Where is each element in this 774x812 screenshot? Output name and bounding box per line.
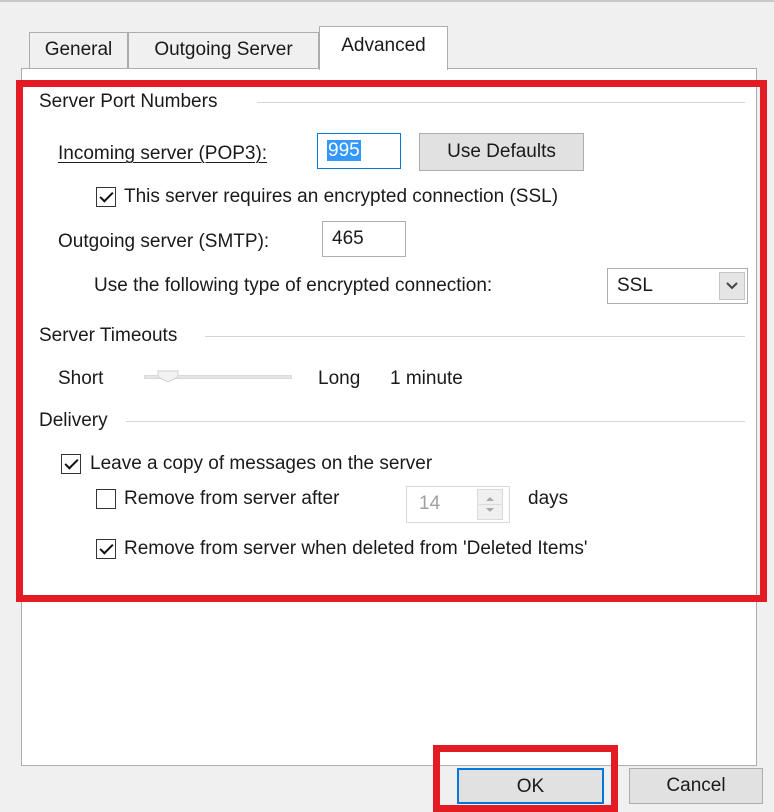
group-divider: [257, 102, 745, 103]
outgoing-server-label: Outgoing server (SMTP):: [58, 231, 270, 252]
encryption-type-label: Use the following type of encrypted conn…: [94, 275, 493, 296]
group-title-server-timeouts: Server Timeouts: [39, 325, 178, 346]
timeout-slider[interactable]: [144, 370, 292, 384]
spinner-buttons[interactable]: [477, 489, 503, 520]
days-label: days: [528, 488, 569, 509]
days-value: 14: [419, 493, 441, 514]
remove-deleted-checkbox[interactable]: [96, 539, 116, 559]
timeout-value-label: 1 minute: [390, 368, 463, 389]
use-defaults-button[interactable]: Use Defaults: [419, 133, 584, 171]
tab-advanced[interactable]: Advanced: [319, 26, 448, 70]
leave-copy-label: Leave a copy of messages on the server: [90, 453, 433, 474]
group-divider: [126, 421, 745, 422]
incoming-server-label: Incoming server (POP3):: [58, 143, 268, 164]
ok-button[interactable]: OK: [457, 768, 604, 804]
ssl-required-checkbox[interactable]: [96, 187, 116, 207]
incoming-port-input[interactable]: 995: [317, 133, 401, 169]
remove-after-label: Remove from server after: [124, 488, 340, 509]
timeout-long-label: Long: [318, 368, 361, 389]
remove-deleted-label: Remove from server when deleted from 'De…: [124, 538, 588, 559]
tab-general[interactable]: General: [29, 32, 128, 68]
timeout-short-label: Short: [58, 368, 104, 389]
incoming-port-value: 995: [327, 140, 361, 161]
tab-panel-advanced: [21, 68, 757, 766]
remove-after-checkbox[interactable]: [96, 489, 116, 509]
group-divider: [205, 336, 745, 337]
remove-after-days-spinner[interactable]: 14: [406, 486, 510, 523]
group-title-delivery: Delivery: [39, 410, 108, 431]
ssl-required-label: This server requires an encrypted connec…: [124, 186, 559, 207]
cancel-button[interactable]: Cancel: [629, 768, 763, 804]
slider-thumb[interactable]: [157, 370, 179, 383]
account-settings-dialog: General Outgoing Server Advanced Server …: [0, 2, 774, 812]
tab-outgoing-server[interactable]: Outgoing Server: [128, 32, 319, 68]
encryption-type-select[interactable]: SSL: [607, 268, 748, 304]
leave-copy-checkbox[interactable]: [61, 454, 81, 474]
chevron-down-icon[interactable]: [719, 272, 745, 300]
outgoing-port-input[interactable]: 465: [322, 221, 406, 257]
encryption-type-value: SSL: [617, 275, 653, 296]
group-title-server-port-numbers: Server Port Numbers: [39, 91, 218, 112]
